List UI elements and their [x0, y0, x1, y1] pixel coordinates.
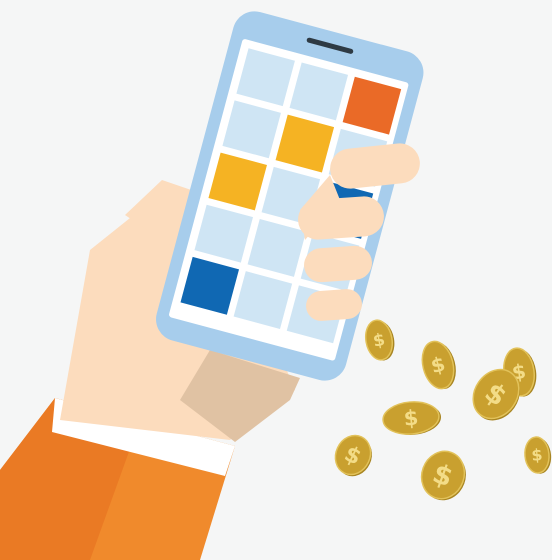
- payment-illustration: $$ $$$$$$: [0, 11, 552, 560]
- coin-icon: $: [382, 401, 442, 435]
- finger-4: [306, 289, 362, 321]
- coin-icon: $: [524, 436, 552, 474]
- coin-icon: $: [420, 450, 466, 501]
- coin-icon: $: [364, 319, 395, 361]
- dollar-sign-icon: $: [531, 445, 544, 465]
- coins: $$ $$$$$$: [334, 319, 552, 501]
- dollar-sign-icon: $: [403, 406, 420, 431]
- coin-icon: $: [421, 340, 456, 390]
- finger-3: [304, 245, 372, 283]
- coin-icon: $: [334, 434, 372, 477]
